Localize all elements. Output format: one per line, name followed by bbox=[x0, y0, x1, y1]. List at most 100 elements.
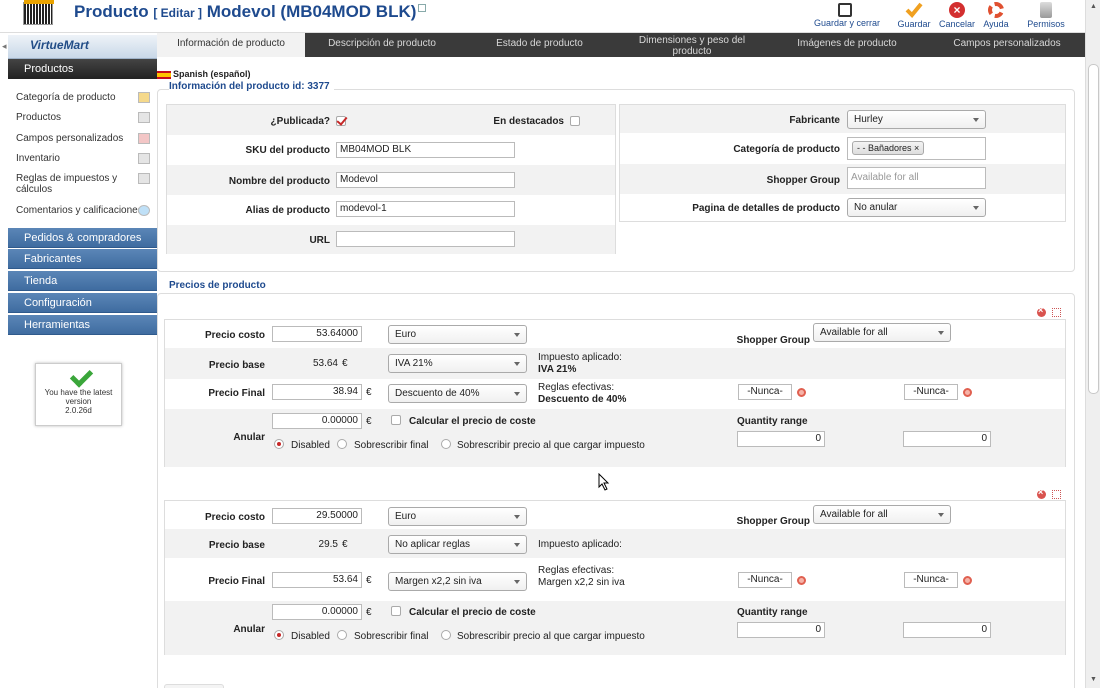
scroll-up-icon[interactable]: ▲ bbox=[1090, 3, 1097, 10]
calc-cost-checkbox[interactable] bbox=[391, 415, 401, 425]
tab-campos[interactable]: Campos personalizados bbox=[927, 33, 1085, 57]
sidebar-section-tienda[interactable]: Tienda bbox=[8, 271, 157, 291]
override-final-radio[interactable] bbox=[337, 439, 347, 449]
category-tag[interactable]: - - Bañadores × bbox=[852, 141, 925, 155]
remove-price-icon[interactable] bbox=[1037, 487, 1046, 499]
date-to-input[interactable]: -Nunca- bbox=[904, 384, 958, 400]
sidebar-section-label: Productos bbox=[24, 63, 74, 75]
date-to-input[interactable]: -Nunca- bbox=[904, 572, 958, 588]
page-header: Producto [ Editar ] Modevol (MB04MOD BLK… bbox=[0, 0, 1085, 33]
shopper-group-select[interactable]: Available for all bbox=[813, 505, 951, 524]
cost-label: Precio costo bbox=[204, 330, 265, 341]
date-from-input[interactable]: -Nunca- bbox=[738, 572, 792, 588]
external-link-icon[interactable] bbox=[418, 4, 427, 12]
sidebar-section-fabricantes[interactable]: Fabricantes bbox=[8, 249, 157, 269]
help-button[interactable]: Ayuda bbox=[980, 0, 1012, 33]
calc-cost-checkbox[interactable] bbox=[391, 606, 401, 616]
sku-input[interactable]: MB04MOD BLK bbox=[336, 142, 515, 158]
qty-to-input[interactable]: 0 bbox=[903, 431, 991, 447]
collapse-arrow-icon[interactable]: ◂ bbox=[2, 41, 7, 52]
tax-rule-select[interactable]: IVA 21% bbox=[388, 354, 527, 373]
tab-informacion[interactable]: Información de producto bbox=[157, 33, 305, 57]
base-value: 53.64 bbox=[312, 358, 338, 369]
override-final-radio[interactable] bbox=[337, 630, 347, 640]
manufacturer-select[interactable]: Hurley bbox=[847, 110, 986, 129]
folder-icon bbox=[138, 92, 150, 103]
checkmark-icon bbox=[905, 2, 923, 18]
override-input[interactable]: 0.00000 bbox=[272, 413, 362, 429]
override-disabled-radio[interactable] bbox=[274, 439, 284, 449]
cost-label: Precio costo bbox=[204, 512, 265, 523]
calendar-icon[interactable] bbox=[963, 576, 972, 585]
qty-from-input[interactable]: 0 bbox=[737, 431, 825, 447]
currency-select[interactable]: Euro bbox=[388, 325, 527, 344]
calendar-icon[interactable] bbox=[797, 576, 806, 585]
scroll-down-icon[interactable]: ▼ bbox=[1090, 676, 1097, 683]
save-close-label: Guardar y cerrar bbox=[814, 18, 881, 28]
drag-handle-icon[interactable] bbox=[1052, 308, 1061, 317]
sidebar-section-productos[interactable]: Productos bbox=[8, 59, 157, 79]
discount-rule-select[interactable]: Margen x2,2 sin iva bbox=[388, 572, 527, 591]
cost-input[interactable]: 53.64000 bbox=[272, 326, 362, 342]
override-tax-radio[interactable] bbox=[441, 439, 451, 449]
calendar-icon[interactable] bbox=[797, 388, 806, 397]
euro-sign: € bbox=[366, 575, 372, 586]
drag-handle-icon[interactable] bbox=[1052, 490, 1061, 499]
sidebar-section-pedidos[interactable]: Pedidos & compradores bbox=[8, 228, 157, 248]
override-tax-radio[interactable] bbox=[441, 630, 451, 640]
effective-rules-label: Reglas efectivas: bbox=[538, 565, 615, 576]
final-input[interactable]: 53.64 bbox=[272, 572, 362, 588]
discount-rule-select[interactable]: Descuento de 40% bbox=[388, 384, 527, 403]
logo-text: VirtueMart bbox=[30, 38, 89, 52]
currency-select[interactable]: Euro bbox=[388, 507, 527, 526]
info-right-panel: Fabricante Hurley Categoría de producto … bbox=[619, 104, 1066, 222]
override-input[interactable]: 0.00000 bbox=[272, 604, 362, 620]
tag-remove-icon[interactable]: × bbox=[914, 143, 919, 153]
url-input[interactable] bbox=[336, 231, 515, 247]
permissions-button[interactable]: Permisos bbox=[1026, 0, 1066, 33]
sidebar-item-inventario[interactable]: Inventario bbox=[16, 153, 150, 164]
tab-descripcion[interactable]: Descripción de producto bbox=[312, 33, 452, 57]
final-input[interactable]: 38.94 bbox=[272, 384, 362, 400]
override-disabled-radio[interactable] bbox=[274, 630, 284, 640]
tab-estado[interactable]: Estado de producto bbox=[467, 33, 612, 57]
price-block-1: Precio costo 53.64000 Euro Shopper Group… bbox=[164, 319, 1066, 467]
tab-dimensiones[interactable]: Dimensiones y peso del producto bbox=[622, 33, 762, 57]
sidebar-item-productos[interactable]: Productos bbox=[16, 112, 150, 123]
sidebar-section-configuracion[interactable]: Configuración bbox=[8, 293, 157, 313]
shopper-group-input[interactable]: Available for all bbox=[847, 167, 986, 189]
title-main: Producto bbox=[74, 2, 149, 21]
alias-input[interactable]: modevol-1 bbox=[336, 201, 515, 217]
sidebar-item-campos[interactable]: Campos personalizados bbox=[16, 133, 150, 144]
published-checkbox[interactable] bbox=[336, 116, 346, 126]
info-left-panel: ¿Publicada? En destacados SKU del produc… bbox=[166, 104, 616, 254]
sidebar-item-categoria[interactable]: Categoría de producto bbox=[16, 92, 150, 103]
remove-price-icon[interactable] bbox=[1037, 305, 1046, 317]
save-button[interactable]: Guardar bbox=[896, 0, 932, 33]
title-product-name: Modevol (MB04MOD BLK) bbox=[206, 2, 417, 21]
cost-input[interactable]: 29.50000 bbox=[272, 508, 362, 524]
effective-rules-value: Descuento de 40% bbox=[538, 394, 627, 405]
page-title: Producto [ Editar ] Modevol (MB04MOD BLK… bbox=[74, 2, 427, 22]
sidebar-section-herramientas[interactable]: Herramientas bbox=[8, 315, 157, 335]
calendar-icon[interactable] bbox=[963, 388, 972, 397]
tab-imagenes[interactable]: Imágenes de producto bbox=[772, 33, 922, 57]
tax-rule-select[interactable]: No aplicar reglas bbox=[388, 535, 527, 554]
qty-from-input[interactable]: 0 bbox=[737, 622, 825, 638]
shopper-group-select[interactable]: Available for all bbox=[813, 323, 951, 342]
vertical-scrollbar[interactable]: ▲ ▼ bbox=[1085, 0, 1100, 688]
details-page-select[interactable]: No anular bbox=[847, 198, 986, 217]
language-label: Spanish (español) bbox=[173, 69, 251, 79]
cancel-button[interactable]: × Cancelar bbox=[937, 0, 977, 33]
name-input[interactable]: Modevol bbox=[336, 172, 515, 188]
date-from-input[interactable]: -Nunca- bbox=[738, 384, 792, 400]
qty-to-input[interactable]: 0 bbox=[903, 622, 991, 638]
featured-checkbox[interactable] bbox=[570, 116, 580, 126]
scroll-thumb[interactable] bbox=[1088, 64, 1099, 394]
sidebar-item-comentarios[interactable]: Comentarios y calificaciones bbox=[16, 205, 150, 216]
chevron-down-icon bbox=[514, 580, 520, 584]
sidebar-item-reglas[interactable]: Reglas de impuestos y cálculos bbox=[16, 173, 126, 195]
save-close-button[interactable]: Guardar y cerrar bbox=[814, 0, 880, 33]
shopper-group-value: Available for all bbox=[820, 509, 888, 520]
virtuemart-logo[interactable]: ◂ VirtueMart bbox=[2, 35, 157, 59]
